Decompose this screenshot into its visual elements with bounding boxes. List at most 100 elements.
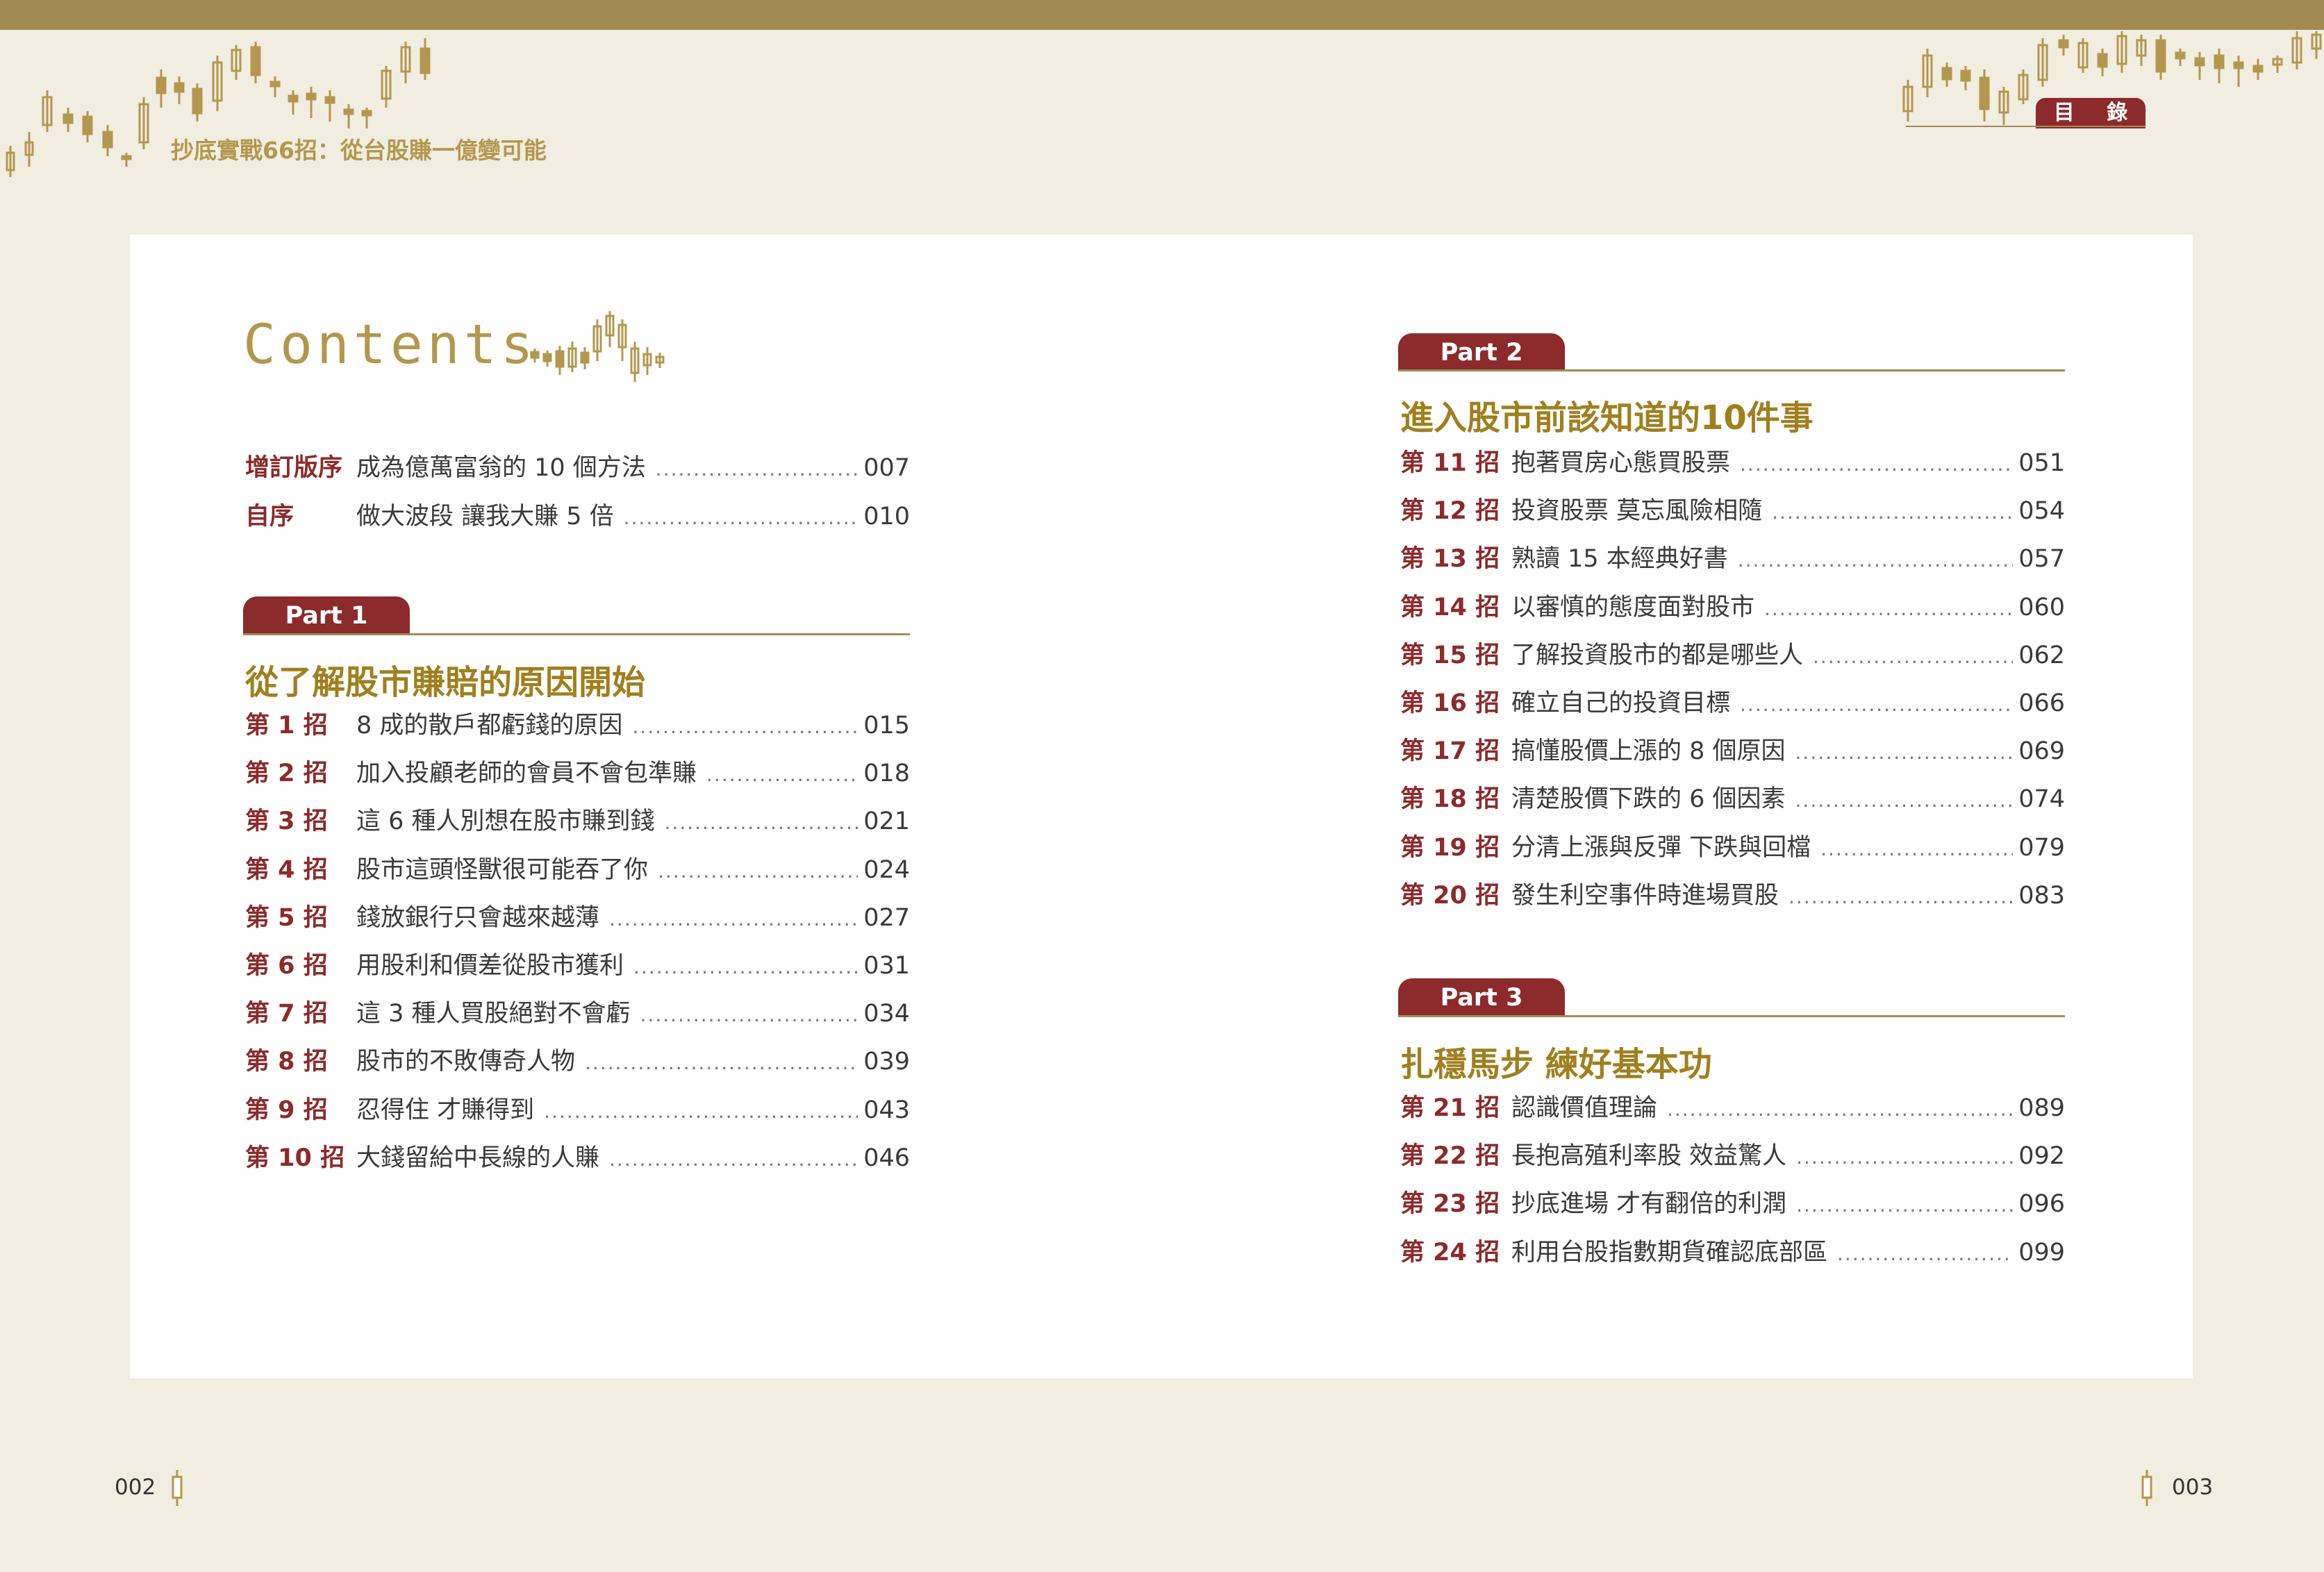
toc-dot-leader: ........................................… [1795,741,2014,764]
toc-entry-title: 這 6 種人別想在股市賺到錢 [356,808,655,836]
toc-page-number: 079 [2018,833,2065,862]
toc-entry-label: 第 2 招 [245,760,328,788]
toc-entry-title: 抱著買房心態買股票 [1511,449,1731,477]
toc-page-number: 096 [2018,1190,2065,1219]
toc-entry-label: 第 7 招 [245,1000,328,1028]
toc-entry[interactable]: 第 3 招這 6 種人別想在股市賺到錢.....................… [245,805,910,839]
toc-entry[interactable]: 第 9 招忍得住 才賺得到...........................… [245,1094,910,1128]
toc-dot-leader: ........................................… [1813,644,2013,668]
toc-entry[interactable]: 第 13 招熟讀 15 本經典好書.......................… [1400,543,2065,576]
toc-entry-title: 確立自己的投資目標 [1511,689,1731,717]
part-2-rule [1398,369,2065,371]
toc-entry-title: 長抱高殖利率股 效益驚人 [1511,1142,1787,1171]
toc-preface-row[interactable]: 增訂版序 成為億萬富翁的 10 個方法 ....................… [245,452,910,485]
toc-entry[interactable]: 第 23 招抄底進場 才有翻倍的利潤......................… [1400,1188,2065,1221]
toc-entry-label: 第 5 招 [245,903,328,932]
toc-dot-leader: ........................................… [632,715,858,738]
toc-entry-title: 熟讀 15 本經典好書 [1511,545,1728,574]
toc-entry[interactable]: 第 22 招長抱高殖利率股 效益驚人......................… [1400,1140,2065,1173]
toc-entry-label: 第 16 招 [1400,689,1500,717]
toc-dot-leader: ........................................… [1667,1098,2013,1121]
toc-entry-title: 大錢留給中長線的人賺 [356,1144,600,1172]
candlestick-icon [172,1470,183,1506]
toc-page-number: 074 [2018,785,2065,814]
toc-entry-title: 股市的不敗傳奇人物 [356,1048,576,1076]
toc-entry[interactable]: 第 18 招清楚股價下跌的 6 個因素.....................… [1400,783,2065,817]
toc-page-number: 099 [2018,1238,2065,1266]
toc-entry[interactable]: 第 15 招了解投資股市的都是哪些人......................… [1400,639,2065,673]
top-bar [0,0,2324,30]
toc-page-number: 043 [863,1096,910,1124]
part-3-rule [1398,1015,2065,1017]
toc-entry-label: 第 9 招 [245,1096,328,1124]
toc-entry-label: 第 15 招 [1400,641,1500,669]
toc-entry-title: 錢放銀行只會越來越薄 [356,903,600,932]
toc-page-number: 054 [2018,497,2065,526]
toc-entry[interactable]: 第 11 招抱著買房心態買股票.........................… [1400,447,2065,480]
toc-page-number: 069 [2018,737,2065,766]
toc-dot-leader: ........................................… [1788,885,2014,908]
toc-entry[interactable]: 第 1 招 8 成的散戶都虧錢的原因.......................… [245,710,910,743]
toc-entry[interactable]: 第 2 招加入投顧老師的會員不會包準賺.....................… [245,758,910,791]
toc-entry-title: 股市這頭怪獸很可能吞了你 [356,855,649,884]
toc-entry[interactable]: 第 14 招以審慎的態度面對股市........................… [1400,592,2065,625]
toc-dot-leader: ........................................… [609,907,858,930]
toc-preface-title: 成為億萬富翁的 10 個方法 [356,454,646,482]
toc-dot-leader: ........................................… [1795,789,2014,812]
toc-entry-title: 忍得住 才賺得到 [356,1096,535,1124]
toc-entry-label: 第 12 招 [1400,497,1500,526]
part-3-tab: Part 3 [1398,978,1565,1016]
toc-entry-label: 第 3 招 [245,808,328,836]
toc-entry[interactable]: 第 5 招錢放銀行只會越來越薄.........................… [245,902,910,935]
toc-entry-label: 第 10 招 [245,1144,345,1172]
section-badge-underline [1906,126,2145,127]
toc-entry-title: 分清上漲與反彈 下跌與回檔 [1511,833,1811,862]
toc-preface-row[interactable]: 自序 做大波段 讓我大賺 5 倍 .......................… [245,501,910,534]
toc-entry[interactable]: 第 7 招這 3 種人買股絕對不會虧......................… [245,998,910,1031]
toc-dot-leader: ........................................… [1796,1146,2013,1169]
toc-dot-leader: ........................................… [544,1099,858,1123]
page-number-right: 003 [2172,1475,2214,1500]
toc-entry-label: 第 14 招 [1400,593,1500,621]
toc-entry-label: 第 17 招 [1400,737,1500,766]
toc-page-number: 031 [863,952,910,980]
toc-entry-label: 第 4 招 [245,855,328,884]
toc-entry-title: 了解投資股市的都是哪些人 [1511,641,1804,669]
toc-entry[interactable]: 第 20 招發生利空事件時進場買股.......................… [1400,880,2065,913]
toc-page-number: 092 [2018,1142,2065,1171]
toc-dot-leader: ........................................… [1737,549,2014,572]
candlestick-decoration-title [530,311,665,382]
toc-entry-label: 第 11 招 [1400,449,1500,477]
toc-dot-leader: ........................................… [640,1003,858,1027]
contents-title: Contents [243,314,538,376]
toc-entry[interactable]: 第 16 招確立自己的投資目標.........................… [1400,687,2065,721]
toc-entry-title: 加入投顧老師的會員不會包準賺 [356,760,697,788]
toc-entry[interactable]: 第 24 招利用台股指數期貨確認底部區.....................… [1400,1237,2065,1270]
toc-entry[interactable]: 第 12 招投資股票 莫忘風險相隨.......................… [1400,495,2065,528]
toc-dot-leader: ........................................… [658,859,858,883]
toc-entry[interactable]: 第 10 招大錢留給中長線的人賺........................… [245,1142,910,1176]
toc-entry-title: 以審慎的態度面對股市 [1511,593,1755,621]
toc-page-number: 010 [863,503,910,530]
toc-entry-title: 抄底進場 才有翻倍的利潤 [1511,1190,1787,1219]
toc-dot-leader: ........................................… [585,1051,858,1075]
toc-entry[interactable]: 第 19 招分清上漲與反彈 下跌與回檔.....................… [1400,832,2065,865]
toc-entry-title: 8 成的散戶都虧錢的原因 [356,712,623,739]
book-title: 抄底實戰66招：從台股賺一億變可能 [171,137,547,164]
toc-entry-title: 投資股票 莫忘風險相隨 [1511,497,1763,526]
toc-entry-title: 清楚股價下跌的 6 個因素 [1511,785,1786,814]
toc-entry-title: 利用台股指數期貨確認底部區 [1511,1238,1828,1266]
toc-entry[interactable]: 第 17 招搞懂股價上漲的 8 個原因.....................… [1400,735,2065,769]
toc-dot-leader: ........................................… [1740,453,2014,476]
toc-entry[interactable]: 第 21 招認識價值理論............................… [1400,1092,2065,1126]
toc-entry-label: 第 23 招 [1400,1190,1500,1219]
toc-entry-label: 第 1 招 [245,712,328,739]
toc-dot-leader: ........................................… [655,458,858,480]
toc-page-number: 046 [863,1144,910,1172]
toc-entry-title: 搞懂股價上漲的 8 個原因 [1511,737,1786,766]
toc-dot-leader: ........................................… [664,811,858,835]
toc-entry-title: 認識價值理論 [1511,1094,1658,1122]
toc-entry[interactable]: 第 6 招用股利和價差從股市獲利........................… [245,950,910,983]
toc-entry[interactable]: 第 8 招股市的不敗傳奇人物..........................… [245,1046,910,1079]
toc-entry[interactable]: 第 4 招股市這頭怪獸很可能吞了你.......................… [245,854,910,887]
